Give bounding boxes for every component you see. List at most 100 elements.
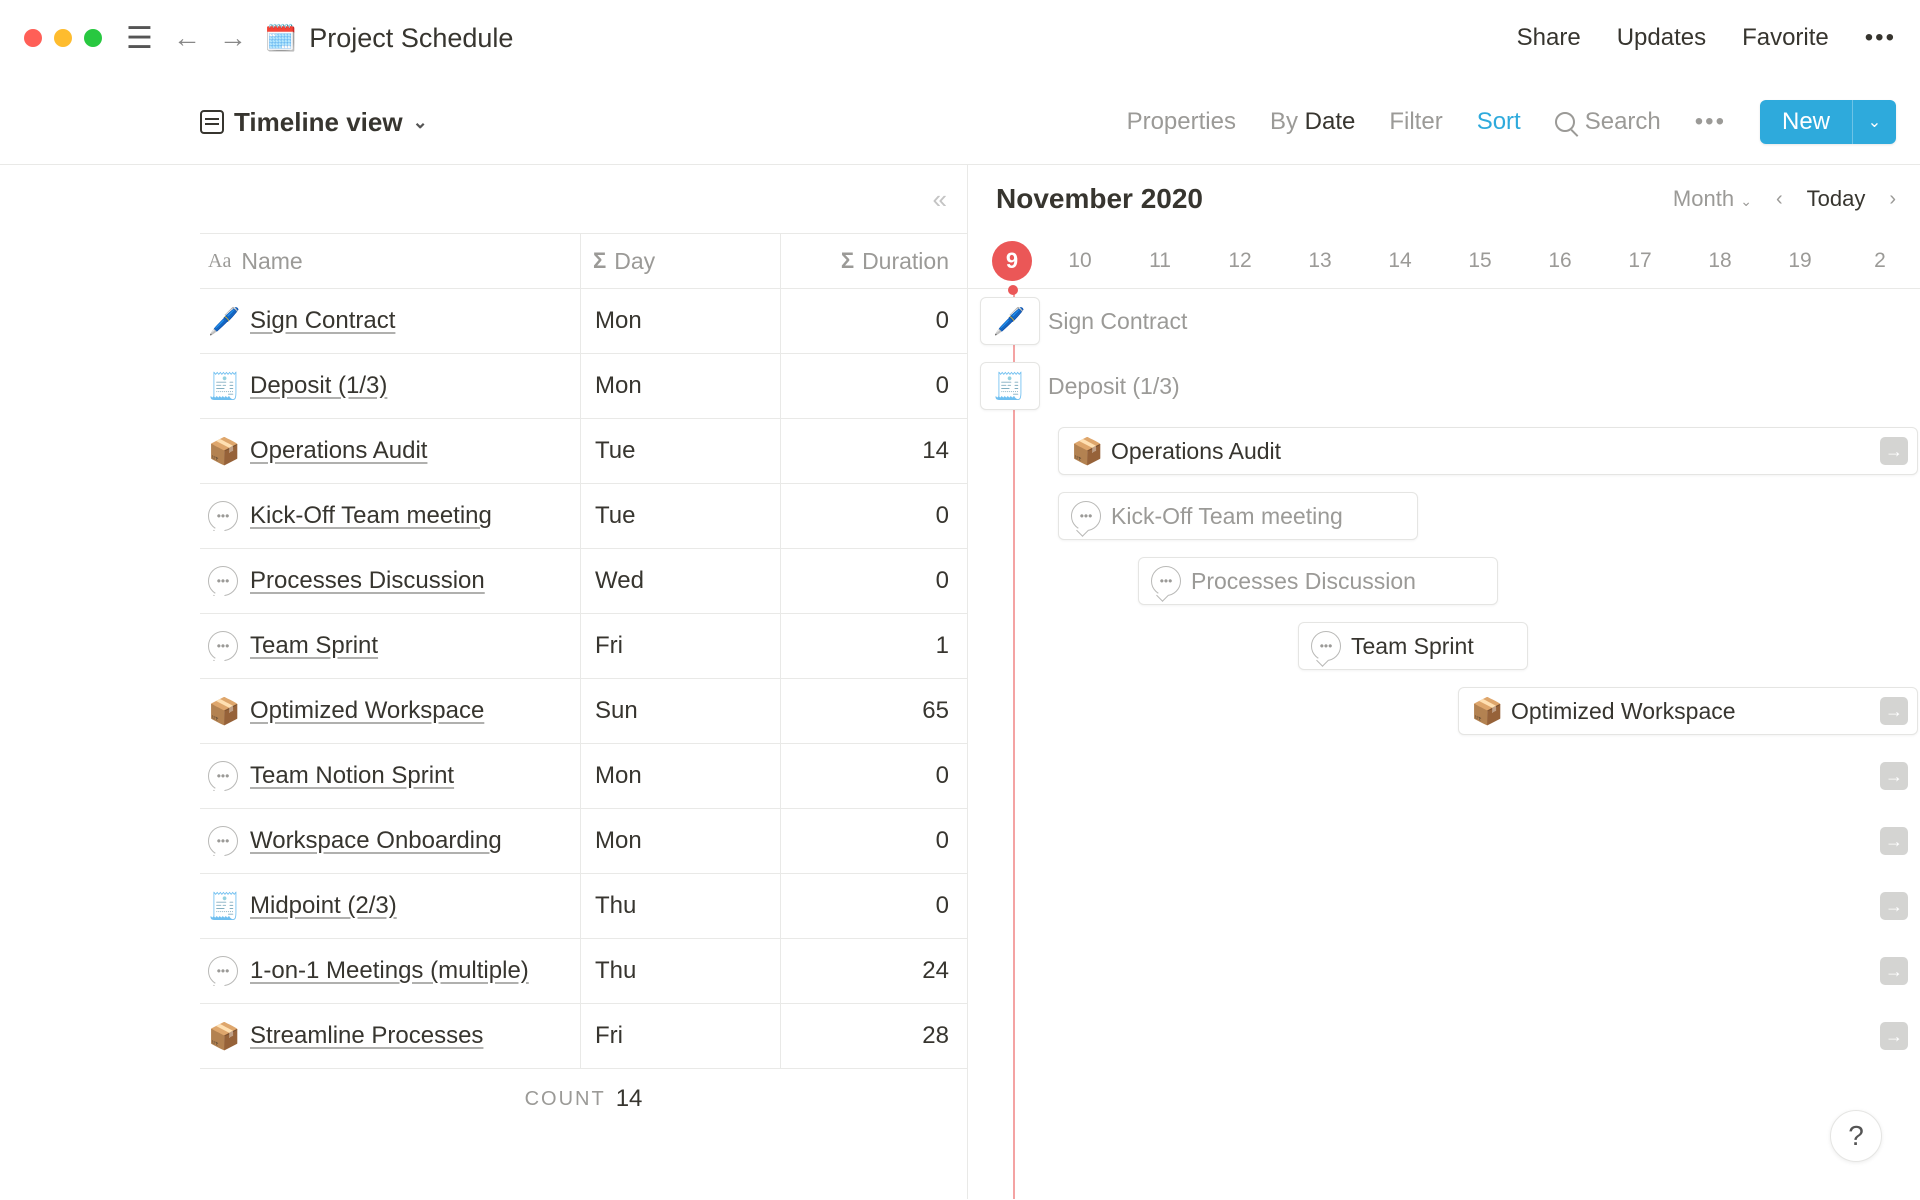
table-row[interactable]: 🧾Deposit (1/3)Mon0 bbox=[200, 354, 967, 419]
row-emoji-icon: 🖊️ bbox=[993, 306, 1023, 337]
timeline-bar[interactable]: •••Kick-Off Team meeting bbox=[1058, 492, 1418, 540]
row-day: Fri bbox=[580, 1004, 780, 1068]
page-title: Project Schedule bbox=[309, 23, 513, 54]
timeline-panel: November 2020 Month ⌄ ‹ Today › 9 101112… bbox=[968, 165, 1920, 1199]
today-marker: 9 bbox=[992, 241, 1032, 281]
chevron-down-icon: ⌄ bbox=[413, 112, 428, 133]
date-tick: 17 bbox=[1600, 249, 1680, 273]
timeline-lane: → bbox=[968, 1004, 1920, 1069]
table-row[interactable]: 🖊️Sign ContractMon0 bbox=[200, 289, 967, 354]
favorite-button[interactable]: Favorite bbox=[1742, 24, 1829, 52]
table-row[interactable]: 📦Operations AuditTue14 bbox=[200, 419, 967, 484]
count-label: count bbox=[525, 1088, 606, 1111]
table-row[interactable]: •••Workspace OnboardingMon0 bbox=[200, 809, 967, 874]
timeline-bar-label: Optimized Workspace bbox=[1511, 698, 1736, 725]
help-button[interactable]: ? bbox=[1830, 1110, 1882, 1162]
timeline-bar[interactable]: •••Processes Discussion bbox=[1138, 557, 1498, 605]
row-emoji-icon: 🖊️ bbox=[208, 306, 238, 337]
table-row[interactable]: •••Team Notion SprintMon0 bbox=[200, 744, 967, 809]
row-day: Mon bbox=[580, 289, 780, 353]
date-tick: 12 bbox=[1200, 249, 1280, 273]
share-button[interactable]: Share bbox=[1517, 24, 1581, 52]
sidebar-toggle-icon[interactable]: ☰ bbox=[126, 21, 153, 56]
next-period-icon[interactable]: › bbox=[1889, 188, 1896, 211]
timeline-lane: Deposit (1/3)🧾 bbox=[968, 354, 1920, 419]
continues-right-icon[interactable]: → bbox=[1880, 762, 1908, 790]
today-button[interactable]: Today bbox=[1807, 186, 1866, 212]
speech-bubble-icon: ••• bbox=[208, 631, 238, 661]
row-day: Tue bbox=[580, 419, 780, 483]
collapse-columns-icon[interactable]: « bbox=[200, 165, 967, 233]
row-day: Mon bbox=[580, 354, 780, 418]
page-more-icon[interactable]: ••• bbox=[1865, 24, 1896, 52]
row-name: Kick-Off Team meeting bbox=[250, 502, 492, 530]
col-header-name[interactable]: Aa Name bbox=[200, 248, 580, 275]
timeline-bar-label: Team Sprint bbox=[1351, 633, 1474, 660]
timeline-lane: 📦Optimized Workspace→ bbox=[968, 679, 1920, 744]
row-emoji-icon: 📦 bbox=[1071, 436, 1101, 467]
timeline-bar-label: Deposit (1/3) bbox=[1048, 362, 1180, 410]
sort-button[interactable]: Sort bbox=[1477, 108, 1521, 136]
timeline-lanes[interactable]: Sign Contract🖊️Deposit (1/3)🧾📦Operations… bbox=[968, 289, 1920, 1199]
nav-back-icon[interactable]: ← bbox=[173, 22, 201, 54]
by-value: Date bbox=[1305, 108, 1356, 135]
timeline-lane: → bbox=[968, 874, 1920, 939]
row-name: 1-on-1 Meetings (multiple) bbox=[250, 957, 529, 985]
timeline-lane: → bbox=[968, 939, 1920, 1004]
table-row[interactable]: 📦Optimized WorkspaceSun65 bbox=[200, 679, 967, 744]
col-header-duration[interactable]: Σ Duration bbox=[780, 234, 967, 288]
row-day: Tue bbox=[580, 484, 780, 548]
table-row[interactable]: •••Team SprintFri1 bbox=[200, 614, 967, 679]
row-emoji-icon: 🧾 bbox=[208, 891, 238, 922]
view-more-icon[interactable]: ••• bbox=[1695, 108, 1726, 136]
table-row[interactable]: 🧾Midpoint (2/3)Thu0 bbox=[200, 874, 967, 939]
continues-right-icon[interactable]: → bbox=[1880, 827, 1908, 855]
count-value: 14 bbox=[616, 1085, 643, 1113]
scale-selector[interactable]: Month ⌄ bbox=[1673, 186, 1752, 212]
view-selector[interactable]: Timeline view ⌄ bbox=[200, 107, 428, 138]
row-name: Optimized Workspace bbox=[250, 697, 484, 725]
speech-bubble-icon: ••• bbox=[1311, 631, 1341, 661]
row-name: Deposit (1/3) bbox=[250, 372, 387, 400]
continues-right-icon[interactable]: → bbox=[1880, 1022, 1908, 1050]
timeline-bar[interactable]: 📦Optimized Workspace bbox=[1458, 687, 1918, 735]
col-header-day[interactable]: Σ Day bbox=[580, 234, 780, 288]
timeline-bar[interactable]: 🧾 bbox=[980, 362, 1040, 410]
speech-bubble-icon: ••• bbox=[208, 566, 238, 596]
scale-label: Month bbox=[1673, 186, 1734, 211]
row-name: Team Sprint bbox=[250, 632, 378, 660]
continues-right-icon[interactable]: → bbox=[1880, 957, 1908, 985]
new-button-main[interactable]: New bbox=[1760, 100, 1852, 144]
chevron-down-icon: ⌄ bbox=[1740, 193, 1752, 209]
formula-icon: Σ bbox=[841, 248, 854, 274]
properties-button[interactable]: Properties bbox=[1127, 108, 1236, 136]
row-day: Fri bbox=[580, 614, 780, 678]
minimize-window-icon[interactable] bbox=[54, 29, 72, 47]
timeline-bar[interactable]: ••• Team Sprint bbox=[1298, 622, 1528, 670]
filter-button[interactable]: Filter bbox=[1389, 108, 1442, 136]
table-row[interactable]: 📦Streamline ProcessesFri28 bbox=[200, 1004, 967, 1069]
updates-button[interactable]: Updates bbox=[1617, 24, 1706, 52]
continues-right-icon[interactable]: → bbox=[1880, 437, 1908, 465]
close-window-icon[interactable] bbox=[24, 29, 42, 47]
new-button-dropdown[interactable]: ⌄ bbox=[1852, 100, 1896, 144]
prev-period-icon[interactable]: ‹ bbox=[1776, 188, 1783, 211]
nav-forward-icon[interactable]: → bbox=[219, 22, 247, 54]
search-button[interactable]: Search bbox=[1555, 108, 1661, 136]
table-row[interactable]: •••Kick-Off Team meetingTue0 bbox=[200, 484, 967, 549]
continues-right-icon[interactable]: → bbox=[1880, 697, 1908, 725]
row-duration: 65 bbox=[780, 679, 967, 743]
window-chrome: ☰ ← → 🗓️ Project Schedule Share Updates … bbox=[0, 0, 1920, 76]
timeline-bar[interactable]: 🖊️ bbox=[980, 297, 1040, 345]
sort-by-button[interactable]: By Date bbox=[1270, 108, 1355, 136]
table-row[interactable]: •••1-on-1 Meetings (multiple)Thu24 bbox=[200, 939, 967, 1004]
row-emoji-icon: 🧾 bbox=[208, 371, 238, 402]
timeline-bar[interactable]: 📦Operations Audit bbox=[1058, 427, 1918, 475]
speech-bubble-icon: ••• bbox=[208, 826, 238, 856]
zoom-window-icon[interactable] bbox=[84, 29, 102, 47]
row-duration: 28 bbox=[780, 1004, 967, 1068]
col-day-label: Day bbox=[614, 248, 655, 275]
col-duration-label: Duration bbox=[862, 248, 949, 275]
table-row[interactable]: •••Processes DiscussionWed0 bbox=[200, 549, 967, 614]
continues-right-icon[interactable]: → bbox=[1880, 892, 1908, 920]
